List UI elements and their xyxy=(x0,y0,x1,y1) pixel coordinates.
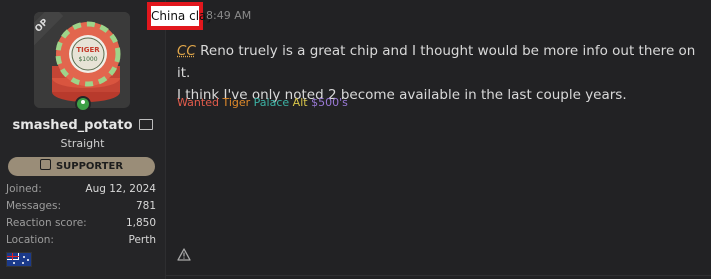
stat-value: 1,850 xyxy=(125,217,156,229)
avatar[interactable]: TIGER $1000 OP xyxy=(34,12,130,108)
supporter-badge-label: SUPPORTER xyxy=(55,161,124,172)
supporter-icon xyxy=(39,159,51,170)
australia-flag-icon xyxy=(6,252,32,267)
stat-messages: Messages: 781 xyxy=(6,198,156,215)
stat-value[interactable]: 781 xyxy=(136,198,156,215)
post-tag-highlight: China clay xyxy=(147,2,213,30)
user-panel: TIGER $1000 OP smashed_potato Straight S… xyxy=(0,0,166,279)
warning-report-icon[interactable] xyxy=(177,248,191,261)
stat-location: Location: Perth xyxy=(6,232,156,249)
signature-tiger: Tiger xyxy=(222,96,251,109)
stat-label: Joined: xyxy=(6,183,42,195)
signature-price: $500's xyxy=(311,96,348,109)
stat-reaction-score: Reaction score: 1,850 xyxy=(6,215,156,232)
signature-wanted: Wanted xyxy=(177,96,219,109)
envelope-icon[interactable] xyxy=(138,119,153,130)
signature-palace: Palace xyxy=(253,96,290,109)
signature-alt: Alt xyxy=(292,96,308,109)
stat-joined: Joined: Aug 12, 2024 xyxy=(6,181,156,198)
online-status-icon xyxy=(75,96,91,112)
stat-label: Reaction score: xyxy=(6,217,87,229)
post-divider xyxy=(166,275,711,276)
user-signature: Wanted Tiger Palace Alt $500's xyxy=(177,96,348,109)
svg-text:TIGER: TIGER xyxy=(76,46,100,54)
user-mention-link[interactable]: CC xyxy=(177,43,196,59)
supporter-badge: SUPPORTER xyxy=(8,157,155,176)
stat-label: Messages: xyxy=(6,200,62,212)
username-link[interactable]: smashed_potato xyxy=(12,118,132,133)
svg-text:$1000: $1000 xyxy=(78,56,97,63)
stat-label: Location: xyxy=(6,234,54,246)
stat-value[interactable]: Perth xyxy=(128,232,156,249)
user-stats: Joined: Aug 12, 2024 Messages: 781 React… xyxy=(6,181,156,249)
post-timestamp[interactable]: 8:49 AM xyxy=(206,9,251,22)
stat-value: Aug 12, 2024 xyxy=(85,183,156,195)
user-title: Straight xyxy=(60,137,105,150)
post-body-line-1: Reno truely is a great chip and I though… xyxy=(177,43,696,81)
username-row: smashed_potato xyxy=(0,118,165,133)
post-container: TIGER $1000 OP smashed_potato Straight S… xyxy=(0,0,711,279)
